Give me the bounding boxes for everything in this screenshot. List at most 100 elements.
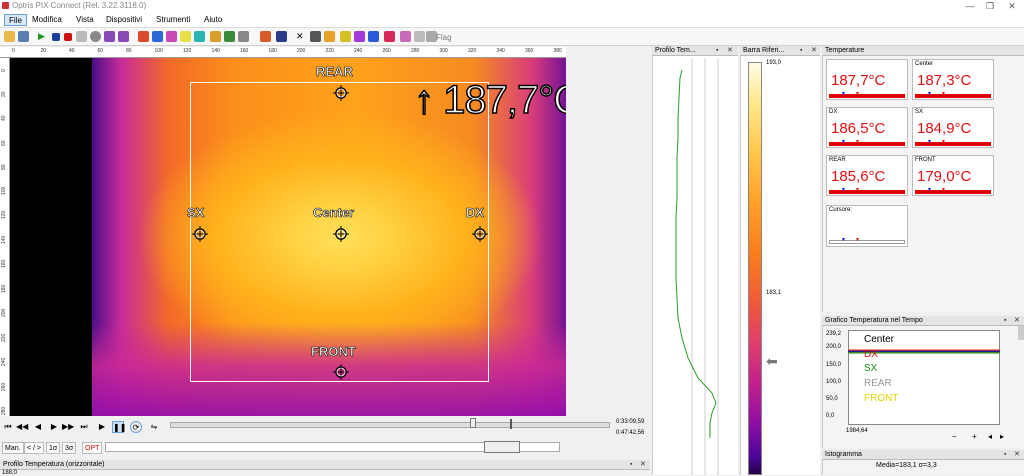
graph-close-icon[interactable]: ✕ bbox=[1014, 316, 1020, 326]
scroll-right-icon[interactable]: ▸ bbox=[1000, 432, 1004, 441]
marker-rear-icon[interactable] bbox=[333, 85, 349, 101]
speed-icon[interactable]: ⇋ bbox=[148, 421, 160, 433]
settings-icon[interactable] bbox=[310, 31, 321, 42]
chart-icon[interactable] bbox=[210, 31, 221, 42]
mode-3sigma-button[interactable]: 3σ bbox=[62, 442, 77, 454]
profile-v-header: Profilo Tem... bbox=[652, 46, 738, 56]
marker-center-icon[interactable] bbox=[333, 226, 349, 242]
menu-strumenti[interactable]: Strumenti bbox=[152, 14, 194, 26]
temp-box-rear[interactable]: REAR 185,6°C ▼ ▼ bbox=[826, 155, 908, 196]
marker-front-icon[interactable] bbox=[333, 364, 349, 380]
restore-icon[interactable]: ❐ bbox=[980, 0, 1000, 12]
multi-icon[interactable] bbox=[368, 31, 379, 42]
ruler-y-tick: 240 bbox=[1, 357, 7, 366]
step-back-button[interactable]: ◀ bbox=[32, 421, 44, 433]
scale-bar-pin-icon[interactable]: ▪ bbox=[800, 46, 802, 56]
temp-box-front[interactable]: FRONT 179,0°C ▼ ▼ bbox=[912, 155, 994, 196]
snapshot-icon[interactable] bbox=[90, 31, 101, 42]
seek-thumb[interactable] bbox=[470, 418, 476, 428]
scroll-left-icon[interactable]: ◂ bbox=[988, 432, 992, 441]
palette-3-icon[interactable] bbox=[166, 31, 177, 42]
temp-box-value: 187,3°C bbox=[917, 72, 972, 89]
ruler-y-tick: 280 bbox=[1, 406, 7, 415]
tools-icon[interactable]: ✕ bbox=[296, 31, 307, 42]
scale-pointer-icon: ⬅ bbox=[766, 353, 778, 369]
export-icon[interactable] bbox=[414, 31, 425, 42]
menu-modifica[interactable]: Modifica bbox=[28, 14, 66, 26]
step-forward-button[interactable]: ▶ bbox=[48, 421, 60, 433]
marker-dx-icon[interactable] bbox=[472, 226, 488, 242]
seek-slider[interactable] bbox=[170, 422, 610, 428]
sequence-icon[interactable] bbox=[76, 31, 87, 42]
profile-v-close-icon[interactable]: ✕ bbox=[727, 46, 733, 56]
scale-bar-header: Barra Riferi... bbox=[740, 46, 820, 56]
scale-icon[interactable] bbox=[324, 31, 335, 42]
last-frame-button[interactable]: ⏭ bbox=[78, 421, 90, 433]
minimize-icon[interactable]: — bbox=[960, 0, 980, 12]
menu-aiuto[interactable]: Aiuto bbox=[200, 14, 226, 26]
play-button[interactable]: ▶ bbox=[96, 421, 108, 433]
close-icon[interactable]: ✕ bbox=[1002, 0, 1022, 12]
loop-icon[interactable]: ⟳ bbox=[130, 421, 142, 433]
first-frame-button[interactable]: ⏮ bbox=[2, 421, 14, 433]
layout-icon[interactable] bbox=[194, 31, 205, 42]
histogram-icon[interactable] bbox=[238, 31, 249, 42]
play-icon[interactable]: ▶ bbox=[38, 31, 49, 42]
save-icon[interactable] bbox=[18, 31, 29, 42]
open-icon[interactable] bbox=[4, 31, 15, 42]
ruler-x-tick: 360 bbox=[525, 48, 534, 54]
bars-icon[interactable] bbox=[260, 31, 271, 42]
camera-icon[interactable] bbox=[104, 31, 115, 42]
camera-settings-icon[interactable] bbox=[118, 31, 129, 42]
pause-button[interactable]: ❚❚ bbox=[112, 421, 126, 433]
range-thumb[interactable] bbox=[484, 441, 520, 453]
temp-box-center[interactable]: Center 187,3°C ▼ ▼ bbox=[912, 59, 994, 100]
mode-manual-button[interactable]: Man. bbox=[2, 442, 24, 454]
zoom-out-icon[interactable]: − bbox=[952, 432, 957, 441]
title-bar bbox=[0, 0, 1024, 12]
colorbar-icon[interactable] bbox=[340, 31, 351, 42]
zoom-in-icon[interactable]: + bbox=[972, 432, 977, 441]
stop-icon[interactable] bbox=[64, 33, 72, 41]
marker-sx-icon[interactable] bbox=[192, 226, 208, 242]
record-icon[interactable] bbox=[52, 33, 60, 41]
histogram-pin-icon[interactable]: ▪ bbox=[1004, 450, 1006, 460]
ruler-x-tick: 20 bbox=[40, 48, 47, 54]
cursor-box[interactable]: Cursore: ▼ ▼ bbox=[826, 205, 908, 247]
alarm-icon[interactable] bbox=[384, 31, 395, 42]
flag-button[interactable]: Flag bbox=[436, 33, 452, 42]
profile-h-close-icon[interactable]: ✕ bbox=[640, 460, 646, 470]
panel-scrollbar[interactable] bbox=[1018, 326, 1024, 340]
menu-vista[interactable]: Vista bbox=[72, 14, 98, 26]
color-bar[interactable] bbox=[748, 62, 762, 475]
graph-icon[interactable] bbox=[224, 31, 235, 42]
max-marker-icon: ▼ bbox=[855, 139, 860, 145]
temp-box-sx[interactable]: SX 184,9°C ▼ ▼ bbox=[912, 107, 994, 148]
menu-dispositivi[interactable]: Dispositivi bbox=[102, 14, 146, 26]
histogram-close-icon[interactable]: ✕ bbox=[1014, 450, 1020, 460]
temp-box-dx[interactable]: DX 186,5°C ▼ ▼ bbox=[826, 107, 908, 148]
temp-box-name: DX bbox=[829, 109, 838, 115]
profile-h-pin-icon[interactable]: ▪ bbox=[630, 460, 632, 470]
temp-box-max[interactable]: 187,7°C ▼ ▼ bbox=[826, 59, 908, 100]
fast-forward-button[interactable]: ▶▶ bbox=[62, 421, 74, 433]
palette-1-icon[interactable] bbox=[138, 31, 149, 42]
thermal-image[interactable]: REAR Center SX DX FRONT ↑ 187,7°C bbox=[10, 58, 566, 416]
mode-minmax-button[interactable]: < / > bbox=[24, 442, 45, 454]
ruler-y-tick: 180 bbox=[1, 284, 7, 293]
ruler-x-tick: 120 bbox=[183, 48, 192, 54]
legend-rear: REAR bbox=[864, 378, 892, 389]
line-icon[interactable] bbox=[400, 31, 411, 42]
mode-opt-button[interactable]: OPT bbox=[82, 442, 103, 454]
profile-v-pin-icon[interactable]: ▪ bbox=[716, 46, 718, 56]
temp-box-value: 179,0°C bbox=[917, 168, 972, 185]
mode-1sigma-button[interactable]: 1σ bbox=[46, 442, 61, 454]
rewind-button[interactable]: ◀◀ bbox=[16, 421, 28, 433]
graph-pin-icon[interactable]: ▪ bbox=[1004, 316, 1006, 326]
grid-icon[interactable] bbox=[276, 31, 287, 42]
palette-4-icon[interactable] bbox=[180, 31, 191, 42]
area-icon[interactable] bbox=[354, 31, 365, 42]
scale-bar-close-icon[interactable]: ✕ bbox=[811, 46, 817, 56]
palette-2-icon[interactable] bbox=[152, 31, 163, 42]
menu-file[interactable]: File bbox=[4, 14, 27, 26]
